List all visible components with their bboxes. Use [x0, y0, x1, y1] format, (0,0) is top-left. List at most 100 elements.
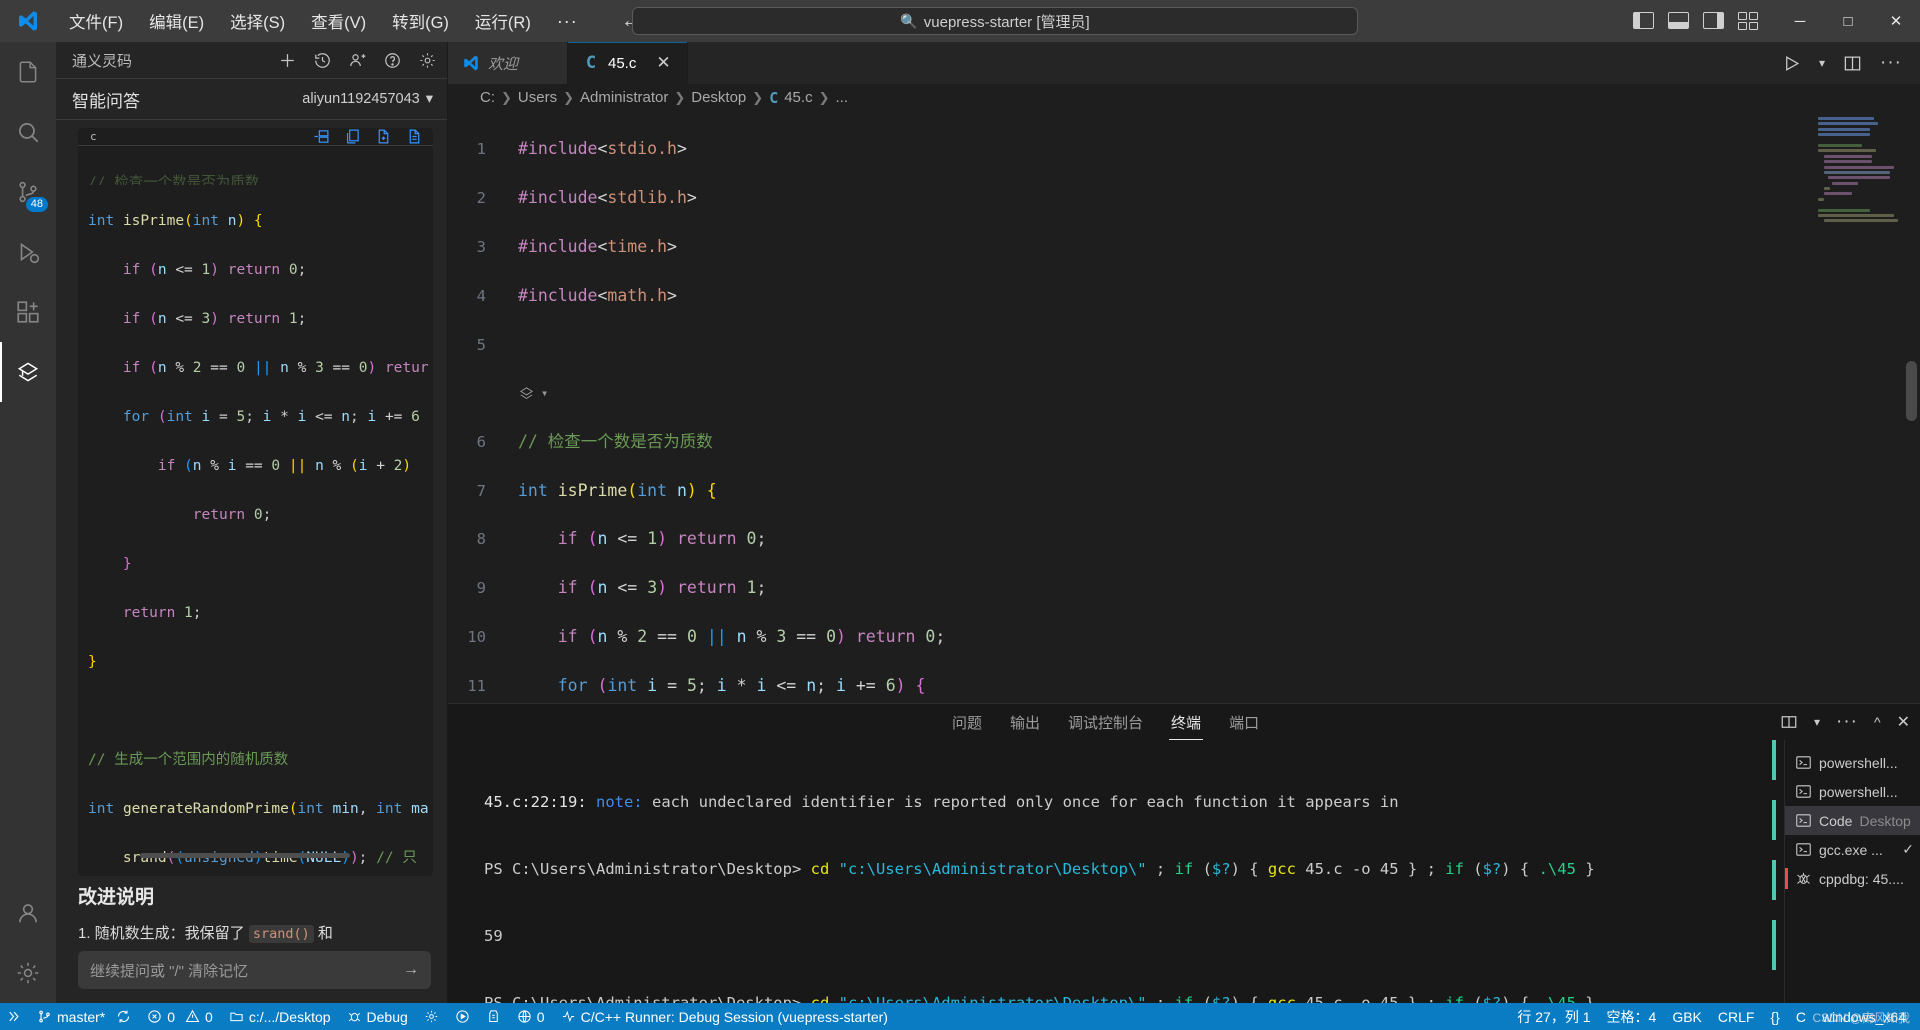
- line-number: 1: [476, 140, 486, 159]
- chat-horizontal-scrollbar[interactable]: [140, 853, 350, 858]
- terminal-line: 59: [484, 927, 503, 946]
- status-encoding[interactable]: GBK: [1664, 1003, 1710, 1030]
- tab-45-c[interactable]: C 45.c ✕: [568, 42, 688, 84]
- menu-run[interactable]: 运行(R): [462, 5, 544, 37]
- close-icon[interactable]: ✕: [1897, 712, 1910, 732]
- sidebar-item-source-control[interactable]: 48: [0, 162, 56, 222]
- chat-input[interactable]: 继续提问或 "/" 清除记忆 →: [78, 951, 431, 989]
- terminal-tab-powershell-1[interactable]: powershell...: [1785, 748, 1920, 777]
- history-icon[interactable]: [313, 51, 332, 70]
- terminal-output[interactable]: 45.c:22:19: note: each undeclared identi…: [448, 740, 1784, 1003]
- toggle-secondary-sidebar-icon[interactable]: [1703, 12, 1724, 29]
- chevron-down-icon[interactable]: ▾: [541, 381, 548, 405]
- status-cursor-position[interactable]: 行 27，列 1: [1509, 1003, 1598, 1030]
- diff-icon[interactable]: [406, 128, 423, 145]
- split-editor-icon[interactable]: [1843, 54, 1862, 73]
- breadcrumb-drive[interactable]: C:: [480, 89, 495, 106]
- help-icon[interactable]: [383, 51, 402, 70]
- terminal-scroll-marker: [1772, 860, 1776, 900]
- status-remote[interactable]: [0, 1003, 29, 1030]
- layout-controls: [1633, 12, 1776, 30]
- code-language-label: c: [90, 130, 97, 144]
- new-file-icon[interactable]: [375, 128, 392, 145]
- accounts-button[interactable]: [0, 883, 56, 943]
- status-folder[interactable]: c:/.../Desktop: [221, 1003, 339, 1030]
- command-center-search[interactable]: 🔍 vuepress-starter [管理员]: [632, 7, 1358, 35]
- menu-edit[interactable]: 编辑(E): [136, 5, 217, 37]
- breadcrumb-desktop[interactable]: Desktop: [691, 89, 746, 106]
- chevron-down-icon[interactable]: ▾: [1819, 56, 1825, 70]
- tab-welcome[interactable]: 欢迎: [448, 42, 568, 84]
- maximize-button[interactable]: □: [1824, 0, 1872, 42]
- chevron-up-icon[interactable]: ^: [1874, 714, 1881, 730]
- menu-view[interactable]: 查看(V): [298, 5, 379, 37]
- breadcrumb-administrator[interactable]: Administrator: [580, 89, 668, 106]
- menu-go[interactable]: 转到(G): [379, 5, 462, 37]
- vscode-logo-icon: [0, 9, 56, 33]
- status-problems[interactable]: 0 0: [139, 1003, 221, 1030]
- terminal-icon: [1796, 756, 1811, 769]
- code-lens-run[interactable]: ▾: [448, 381, 1920, 405]
- tab-output[interactable]: 输出: [996, 704, 1054, 740]
- account-selector[interactable]: aliyun1192457043 ▾: [302, 91, 433, 107]
- watermark: CSDN @南风知我: [1812, 1011, 1910, 1025]
- sidebar-item-tongyi-lingma[interactable]: [0, 342, 56, 402]
- menu-more[interactable]: ···: [544, 7, 591, 36]
- customize-layout-icon[interactable]: [1738, 12, 1758, 30]
- breadcrumb-symbol[interactable]: ...: [835, 89, 848, 106]
- warning-icon: [185, 1009, 200, 1023]
- manage-settings-button[interactable]: [0, 943, 56, 1003]
- share-icon[interactable]: [348, 51, 367, 70]
- terminal-icon: [1796, 785, 1811, 798]
- status-build[interactable]: [416, 1003, 447, 1030]
- sidebar-item-extensions[interactable]: [0, 282, 56, 342]
- terminal-tab-gcc[interactable]: gcc.exe ... ✓: [1785, 835, 1920, 864]
- menu-file[interactable]: 文件(F): [56, 5, 136, 37]
- code-line: 8 if (n <= 1) return 0;: [448, 527, 1920, 551]
- toggle-panel-icon[interactable]: [1668, 12, 1689, 29]
- tab-debug-console[interactable]: 调试控制台: [1054, 704, 1157, 740]
- more-icon[interactable]: ···: [1836, 711, 1858, 733]
- status-indentation[interactable]: 空格：4: [1599, 1003, 1665, 1030]
- status-branch-label: master*: [57, 1008, 106, 1025]
- copy-icon[interactable]: [344, 128, 361, 145]
- minimize-button[interactable]: ─: [1776, 0, 1824, 42]
- status-debug[interactable]: Debug: [339, 1003, 416, 1030]
- status-branch[interactable]: master*: [29, 1003, 139, 1030]
- code-editor[interactable]: 1 #include<stdio.h> 2 #include<stdlib.h> 3…: [448, 111, 1920, 703]
- chevron-down-icon[interactable]: ▾: [1814, 715, 1820, 729]
- code-content: 1 #include<stdio.h> 2 #include<stdlib.h> 3…: [448, 111, 1920, 703]
- minimap[interactable]: [1818, 117, 1904, 223]
- sidebar-item-search[interactable]: [0, 102, 56, 162]
- close-button[interactable]: ✕: [1872, 0, 1920, 42]
- tab-problems[interactable]: 问题: [938, 704, 996, 740]
- plus-icon[interactable]: [278, 51, 297, 70]
- split-terminal-icon[interactable]: [1780, 713, 1798, 731]
- close-icon[interactable]: ✕: [656, 53, 670, 73]
- run-icon[interactable]: [1782, 54, 1801, 73]
- breadcrumb-file[interactable]: 45.c: [784, 89, 812, 106]
- gear-icon: [425, 1010, 437, 1023]
- menu-selection[interactable]: 选择(S): [217, 5, 298, 37]
- status-brackets[interactable]: {}: [1762, 1003, 1787, 1030]
- insert-icon[interactable]: [313, 128, 330, 145]
- status-run[interactable]: [447, 1003, 478, 1030]
- tab-ports[interactable]: 端口: [1215, 704, 1273, 740]
- status-stop[interactable]: [478, 1003, 509, 1030]
- sidebar-item-explorer[interactable]: [0, 42, 56, 102]
- status-runner[interactable]: C/C++ Runner: Debug Session (vuepress-st…: [553, 1003, 896, 1030]
- terminal-tab-code[interactable]: Code Desktop: [1785, 806, 1920, 835]
- breadcrumb-users[interactable]: Users: [518, 89, 557, 106]
- gear-icon[interactable]: [418, 51, 437, 70]
- status-ports[interactable]: 0: [509, 1003, 553, 1030]
- terminal-tab-cppdbg[interactable]: cppdbg: 45....: [1785, 864, 1920, 893]
- tab-terminal[interactable]: 终端: [1157, 704, 1215, 740]
- toggle-primary-sidebar-icon[interactable]: [1633, 12, 1654, 29]
- status-eol[interactable]: CRLF: [1710, 1003, 1763, 1030]
- status-language-mode[interactable]: C: [1788, 1003, 1814, 1030]
- terminal-tab-powershell-2[interactable]: powershell...: [1785, 777, 1920, 806]
- more-icon[interactable]: ···: [1880, 52, 1902, 74]
- editor-scrollbar[interactable]: [1906, 361, 1917, 421]
- sidebar-item-run-debug[interactable]: [0, 222, 56, 282]
- send-arrow-icon[interactable]: →: [403, 961, 419, 979]
